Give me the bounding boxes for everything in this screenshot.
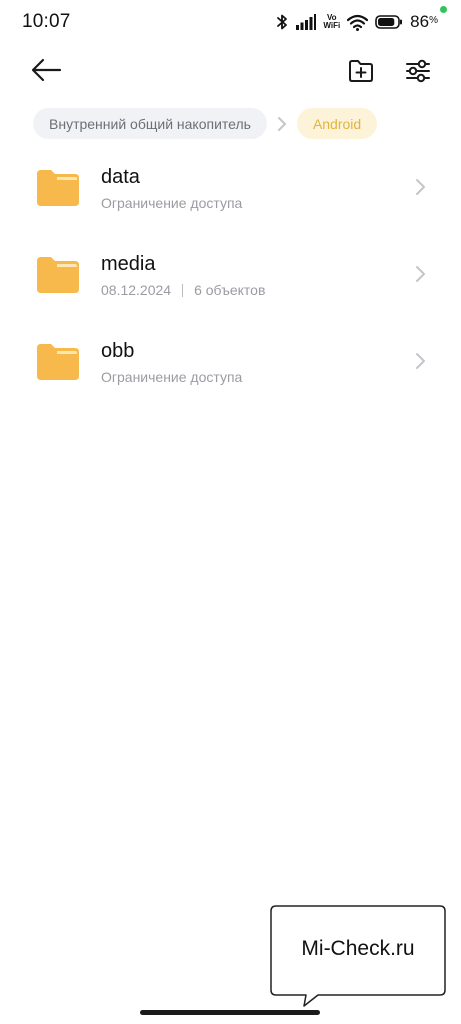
chevron-right-icon: [416, 179, 425, 195]
status-icons: Vo WiFi 86 %: [275, 6, 447, 33]
chevron-right-icon: [416, 266, 425, 282]
bluetooth-icon: [277, 14, 288, 30]
watermark: Mi-Check.ru: [270, 905, 446, 1007]
folder-icon: [37, 170, 79, 206]
home-indicator[interactable]: [140, 1010, 320, 1015]
folder-plus-icon: [349, 60, 373, 82]
list-item-media[interactable]: media 08.12.2024 6 объектов: [0, 237, 461, 324]
back-button[interactable]: [30, 54, 64, 86]
breadcrumb-root[interactable]: Внутренний общий накопитель: [33, 108, 267, 139]
battery-percent-sign: %: [429, 15, 438, 26]
meta-divider: [182, 284, 184, 297]
settings-button[interactable]: [403, 56, 433, 86]
file-meta: Ограничение доступа: [101, 195, 243, 211]
battery-percent-value: 86: [410, 12, 430, 31]
toolbar: [0, 48, 461, 92]
signal-icon: [296, 14, 317, 30]
file-meta: 08.12.2024 6 объектов: [101, 282, 265, 298]
battery-percent: 86 %: [410, 6, 447, 32]
new-folder-button[interactable]: [346, 56, 376, 86]
watermark-text: Mi-Check.ru: [301, 937, 415, 960]
file-name: obb: [101, 340, 135, 362]
vowifi-indicator: Vo WiFi: [323, 14, 340, 30]
file-date: 08.12.2024: [101, 282, 172, 298]
breadcrumb-separator: [267, 108, 297, 139]
sliders-icon: [406, 59, 430, 83]
chevron-right-icon: [416, 353, 425, 369]
file-count: 6 объектов: [194, 282, 266, 298]
wifi-label: WiFi: [323, 21, 341, 30]
arrow-left-icon: [31, 58, 62, 82]
chevron-right-icon: [277, 116, 286, 131]
folder-icon: [37, 344, 79, 380]
charging-dot: [440, 6, 447, 13]
folder-icon: [37, 257, 79, 293]
file-name: media: [101, 253, 156, 275]
file-name: data: [101, 166, 140, 188]
breadcrumb-current[interactable]: Android: [296, 108, 378, 139]
list-item-data[interactable]: data Ограничение доступа: [0, 150, 461, 237]
wifi-icon: [347, 14, 369, 31]
file-list: data Ограничение доступа media 08.12.202…: [0, 150, 461, 411]
file-meta: Ограничение доступа: [101, 369, 243, 385]
list-item-obb[interactable]: obb Ограничение доступа: [0, 324, 461, 411]
status-time: 10:07: [22, 11, 71, 32]
battery-icon: [375, 15, 403, 29]
status-bar: 10:07 Vo WiFi 86 %: [0, 0, 461, 44]
breadcrumb: Внутренний общий накопитель Android: [33, 108, 378, 139]
